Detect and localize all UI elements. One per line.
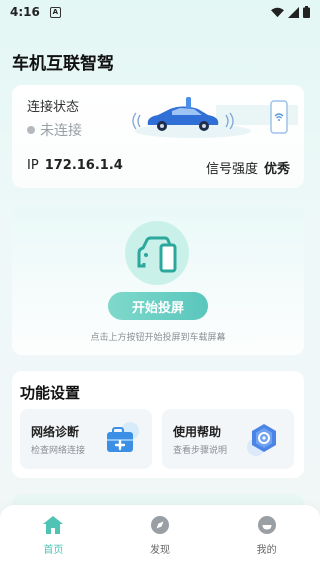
screen-cast-card: 开始投屏 点击上方按钮开始投屏到车载屏幕 <box>12 206 304 355</box>
status-time: 4:16 <box>10 5 40 19</box>
notification-icon: A <box>49 6 61 18</box>
medkit-icon <box>107 422 139 452</box>
tab-mine-label: 我的 <box>256 545 277 556</box>
battery-icon <box>303 6 310 18</box>
status-dot-icon <box>27 126 35 134</box>
usage-help-tile[interactable]: 使用帮助 查看步骤说明 <box>162 409 294 469</box>
profile-icon <box>257 516 276 534</box>
status-bar: 4:16 A <box>0 0 320 24</box>
tab-home[interactable]: 首页 <box>0 505 107 574</box>
status-icons <box>271 6 310 18</box>
car-phone-connection-illustration <box>132 97 298 138</box>
tab-mine[interactable]: 我的 <box>213 505 320 574</box>
function-settings-card: 功能设置 网络诊断 检查网络连接 使用帮助 查看步骤说明 <box>12 371 304 478</box>
bottom-tab-bar: 首页 发现 我的 <box>0 505 320 574</box>
tile-title: 网络诊断 <box>31 425 80 439</box>
compass-icon <box>151 516 169 534</box>
signal-row: 信号强度 优秀 <box>206 158 290 177</box>
home-icon <box>43 516 64 534</box>
ip-row: IP 172.16.1.4 <box>27 158 123 173</box>
function-settings-title: 功能设置 <box>20 384 81 402</box>
signal-strength-value: 优秀 <box>263 162 290 177</box>
network-diagnosis-tile[interactable]: 网络诊断 检查网络连接 <box>20 409 152 469</box>
tab-home-label: 首页 <box>43 545 64 556</box>
connection-state: 未连接 <box>27 120 82 140</box>
connection-state-text: 未连接 <box>40 123 82 139</box>
wifi-icon <box>271 7 284 17</box>
signal-strength-label: 信号强度 <box>205 162 258 177</box>
start-cast-button[interactable]: 开始投屏 <box>108 292 208 320</box>
connection-status-label: 连接状态 <box>27 100 80 115</box>
page-title: 车机互联智驾 <box>12 54 114 74</box>
phone-icon <box>270 100 288 134</box>
tab-discover[interactable]: 发现 <box>107 505 214 574</box>
tile-description: 查看步骤说明 <box>173 446 228 456</box>
cell-signal-icon <box>288 6 299 18</box>
car-cast-icon <box>125 221 189 285</box>
help-hexagon-icon <box>247 424 276 456</box>
connection-card: 连接状态 未连接 IP 172.16.1.4 信号强度 优秀 <box>12 85 304 188</box>
tab-discover-label: 发现 <box>150 545 170 556</box>
ip-label: IP <box>27 158 39 173</box>
tile-title: 使用帮助 <box>173 425 222 439</box>
cast-hint-text: 点击上方按钮开始投屏到车载屏幕 <box>90 333 226 343</box>
ip-value: 172.16.1.4 <box>44 158 123 173</box>
tile-description: 检查网络连接 <box>31 446 86 456</box>
